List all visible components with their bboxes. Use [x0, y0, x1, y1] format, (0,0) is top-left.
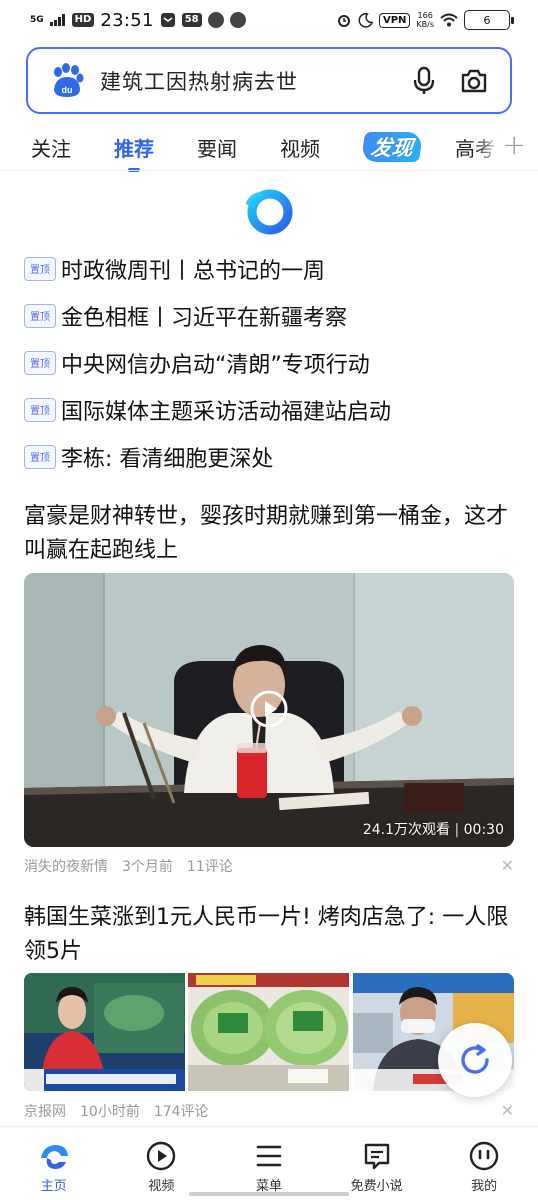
- pinned-item[interactable]: 置顶 时政微周刊丨总书记的一周: [24, 245, 514, 292]
- play-icon[interactable]: [249, 689, 289, 729]
- hd-badge: HD: [71, 13, 95, 27]
- feed-item-title[interactable]: 韩国生菜涨到1元人民币一片! 烤肉店急了: 一人限领5片: [24, 901, 514, 969]
- pinned-tag: 置顶: [24, 350, 56, 375]
- nav-label: 视频: [148, 1179, 175, 1194]
- dismiss-icon[interactable]: ✕: [501, 856, 514, 875]
- nav-label: 免费小说: [350, 1179, 403, 1194]
- vpn-badge: VPN: [378, 12, 411, 28]
- add-channel-icon[interactable]: +: [503, 131, 526, 159]
- comment-count[interactable]: 174评论: [154, 1101, 209, 1121]
- network-indicator: 5G: [30, 14, 44, 25]
- divider: [0, 170, 538, 171]
- pinned-title[interactable]: 国际媒体主题采访活动福建站启动: [61, 394, 391, 426]
- nav-profile[interactable]: 我的: [430, 1127, 538, 1200]
- refresh-logo-icon: [246, 189, 293, 235]
- video-duration: 00:30: [463, 822, 504, 838]
- pinned-title[interactable]: 金色相框丨习近平在新疆考察: [61, 300, 347, 332]
- dismiss-icon[interactable]: ✕: [501, 1101, 514, 1120]
- svg-text:du: du: [62, 85, 73, 95]
- pinned-item[interactable]: 置顶 金色相框丨习近平在新疆考察: [24, 292, 514, 339]
- nav-video[interactable]: 视频: [108, 1127, 216, 1200]
- refresh-button[interactable]: [438, 1023, 512, 1097]
- moon-icon: [358, 12, 373, 28]
- post-time: 10小时前: [80, 1104, 140, 1120]
- pinned-item[interactable]: 置顶 国际媒体主题采访活动福建站启动: [24, 386, 514, 433]
- pinned-tag: 置顶: [24, 444, 56, 469]
- message-icon: [160, 13, 175, 27]
- nav-label: 主页: [40, 1179, 67, 1194]
- baidu-paw-icon: du: [50, 62, 84, 99]
- source-name[interactable]: 京报网: [24, 1101, 66, 1121]
- source-name[interactable]: 消失的夜新情: [24, 856, 108, 876]
- comment-count[interactable]: 11评论: [187, 856, 233, 876]
- pinned-item[interactable]: 置顶 李栋: 看清细胞更深处: [24, 433, 514, 480]
- tab-news[interactable]: 要闻: [197, 133, 237, 162]
- channel-tabs: 关注 推荐 要闻 视频 发现 高考 +: [0, 124, 538, 172]
- pinned-tag: 置顶: [24, 303, 56, 328]
- feed-item-meta: 消失的夜新情 3个月前 11评论 ✕: [24, 856, 514, 876]
- microphone-icon[interactable]: [406, 63, 442, 99]
- pinned-tag: 置顶: [24, 256, 56, 281]
- music-icon: [229, 12, 246, 28]
- pinned-title[interactable]: 中央网信办启动“清朗”专项行动: [61, 347, 370, 379]
- pinned-tag: 置顶: [24, 397, 56, 422]
- status-bar: 5G HD 23:51 58 VPN 166 KB/s 6: [0, 0, 538, 40]
- search-input[interactable]: 建筑工因热射病去世: [100, 66, 392, 96]
- menu-icon: [252, 1139, 286, 1173]
- play-circle-icon: [144, 1139, 178, 1173]
- network-speed: 166 KB/s: [416, 11, 434, 29]
- home-indicator[interactable]: [189, 1192, 349, 1196]
- clock: 23:51: [100, 9, 154, 31]
- camera-icon[interactable]: [456, 63, 492, 99]
- tab-video[interactable]: 视频: [280, 133, 320, 162]
- refresh-icon: [461, 1044, 489, 1074]
- nav-home[interactable]: 主页: [0, 1127, 108, 1200]
- tab-follow[interactable]: 关注: [31, 133, 71, 162]
- home-icon: [37, 1139, 71, 1173]
- alarm-icon: [337, 15, 350, 27]
- nav-label: 我的: [471, 1179, 498, 1194]
- news-anchor-image: [24, 973, 185, 1091]
- smiley-icon: [467, 1139, 501, 1173]
- pinned-item[interactable]: 置顶 中央网信办启动“清朗”专项行动: [24, 339, 514, 386]
- signal-icon: [49, 14, 65, 26]
- speed-value: 166: [417, 11, 433, 20]
- wifi-icon: [440, 13, 458, 27]
- notification-count: 58: [181, 13, 202, 27]
- book-icon: [360, 1139, 394, 1173]
- nav-novel[interactable]: 免费小说: [323, 1127, 431, 1200]
- nav-menu[interactable]: 菜单: [215, 1127, 323, 1200]
- video-thumbnail[interactable]: 24.1万次观看 | 00:30: [24, 573, 514, 847]
- app-notification-icon: [207, 12, 224, 28]
- video-stats: 24.1万次观看 | 00:30: [362, 822, 504, 838]
- pinned-title[interactable]: 李栋: 看清细胞更深处: [61, 441, 273, 473]
- pinned-news-list: 置顶 时政微周刊丨总书记的一周 置顶 金色相框丨习近平在新疆考察 置顶 中央网信…: [24, 245, 514, 480]
- bottom-navigation: 主页 视频 菜单 免费小说 我的: [0, 1126, 538, 1200]
- tab-discover[interactable]: 发现: [360, 132, 424, 162]
- pinned-title[interactable]: 时政微周刊丨总书记的一周: [61, 253, 325, 285]
- feed-item-meta: 京报网 10小时前 174评论 ✕: [24, 1101, 514, 1121]
- feed-item-title[interactable]: 富豪是财神转世，婴孩时期就赚到第一桶金，这才叫赢在起跑线上: [24, 500, 514, 568]
- lettuce-image: [188, 973, 350, 1091]
- news-image[interactable]: [24, 973, 185, 1091]
- news-image[interactable]: [188, 973, 350, 1091]
- speed-unit: KB/s: [416, 20, 434, 29]
- tab-recommend[interactable]: 推荐: [114, 133, 154, 172]
- search-bar[interactable]: du 建筑工因热射病去世: [26, 47, 512, 114]
- battery-indicator: 6: [464, 10, 514, 30]
- post-time: 3个月前: [122, 859, 173, 875]
- view-count: 24.1万次观看: [362, 822, 451, 838]
